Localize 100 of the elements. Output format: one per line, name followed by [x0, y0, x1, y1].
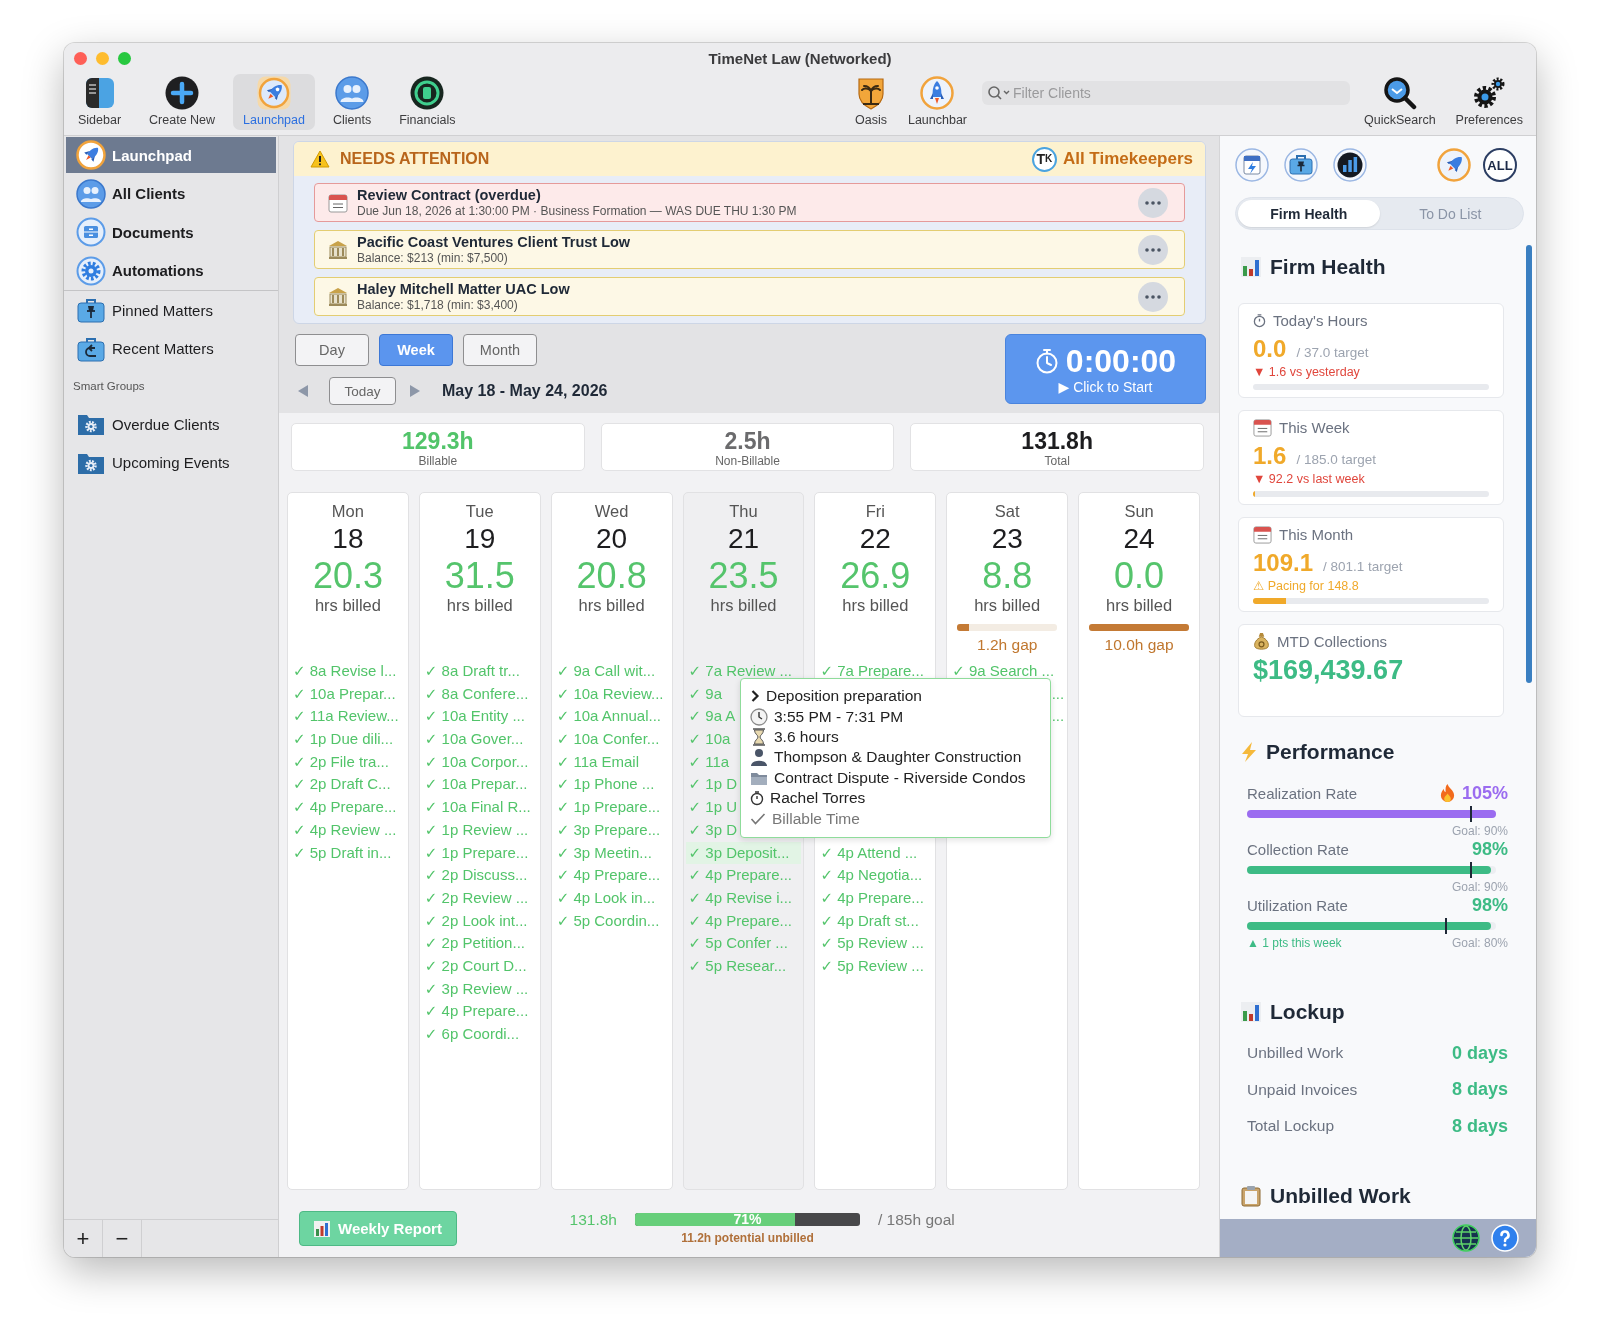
- time-entry[interactable]: ✓ 10a Review...: [551, 682, 667, 706]
- remove-button[interactable]: −: [103, 1220, 142, 1257]
- time-entry[interactable]: ✓ 4p Prepare...: [683, 909, 796, 933]
- time-entry[interactable]: ✓ 2p Discuss...: [419, 864, 531, 887]
- time-entry[interactable]: ✓ 4p Prepare...: [551, 864, 664, 887]
- time-entry[interactable]: ✓ 4p Draft st...: [815, 909, 922, 933]
- panel-tab[interactable]: Firm Health: [1238, 200, 1380, 227]
- time-entry[interactable]: ✓ 5p Review ...: [815, 954, 927, 978]
- day-column[interactable]: Mon 18 20.3 hrs billed ✓ 8a Revise l... ✓ 10a Prepar... ✓ 11a Review... ✓ 1p Due dili... ✓ 2p File tra... ✓ 2p Draft C... ✓ 4p Prepare... ✓ 4p Review ... ✓ 5p Draft in...: [287, 492, 409, 1190]
- toolbar-button[interactable]: Preferences: [1445, 74, 1533, 130]
- time-entry[interactable]: ✓ 3p D: [683, 818, 740, 842]
- weekly-report-button[interactable]: Weekly Report: [299, 1211, 457, 1246]
- time-entry[interactable]: ✓ 5p Review ...: [815, 932, 927, 955]
- view-mode-tab[interactable]: Week: [379, 334, 453, 366]
- time-entry[interactable]: ✓ 8a Confere...: [419, 682, 532, 706]
- time-entry[interactable]: ✓ 4p Review ...: [288, 818, 400, 842]
- time-entry[interactable]: ✓ 10a: [683, 728, 734, 751]
- sidebar-item[interactable]: Overdue Clients: [66, 406, 276, 442]
- time-entry[interactable]: ✓ 1p Due dili...: [288, 728, 397, 751]
- add-button[interactable]: +: [64, 1220, 103, 1257]
- time-entry[interactable]: ...: [1046, 682, 1068, 706]
- time-entry[interactable]: ✓ 3p Review ...: [419, 977, 532, 1001]
- time-entry[interactable]: ✓ 1p Review ...: [419, 818, 532, 842]
- time-entry[interactable]: ✓ 4p Attend ...: [815, 841, 921, 865]
- toolbar-button[interactable]: Clients: [322, 74, 382, 130]
- toolbar-button[interactable]: QuickSearch: [1354, 74, 1446, 130]
- scrollbar-thumb[interactable]: [1526, 245, 1532, 683]
- day-column[interactable]: [550, 492, 673, 1190]
- alert-row[interactable]: Pacific Coast Ventures Client Trust Low Balance: $213 (min: $7,500): [314, 230, 1185, 269]
- time-entry[interactable]: ✓ 9a: [683, 682, 725, 706]
- time-entry[interactable]: ✓ 5p Resear...: [683, 954, 790, 978]
- help-icon[interactable]: [1491, 1224, 1519, 1252]
- view-mode-tab[interactable]: Month: [463, 334, 537, 366]
- sidebar-item[interactable]: Automations: [66, 252, 276, 289]
- time-entry[interactable]: ✓ 4p Prepare...: [683, 864, 796, 887]
- time-entry[interactable]: ✓ 10a Gover...: [419, 728, 527, 751]
- toolbar-button[interactable]: Sidebar: [68, 74, 132, 130]
- bar-chart-icon[interactable]: [1333, 148, 1367, 182]
- time-entry[interactable]: ✓ 9a Call wit...: [551, 660, 659, 683]
- time-entry[interactable]: ✓ 3p Prepare...: [551, 818, 664, 842]
- day-column[interactable]: [418, 492, 541, 1190]
- close-button[interactable]: [74, 51, 87, 65]
- briefcase-pin-icon[interactable]: [1284, 148, 1318, 182]
- time-entry[interactable]: ✓ 2p Review ...: [419, 886, 532, 910]
- globe-icon[interactable]: [1452, 1224, 1480, 1252]
- sidebar-item[interactable]: Documents: [66, 214, 276, 250]
- time-entry[interactable]: ✓ 3p Deposit...: [685, 841, 802, 865]
- toolbar-button[interactable]: Launchpad: [233, 74, 315, 130]
- calendar-bolt-icon[interactable]: [1235, 148, 1269, 182]
- rocket-icon[interactable]: [1437, 148, 1471, 182]
- time-entry[interactable]: ✓ 8a Draft tr...: [419, 660, 523, 683]
- sidebar-item[interactable]: Recent Matters: [66, 330, 276, 367]
- time-entry[interactable]: ...: [1046, 705, 1068, 729]
- toolbar-button[interactable]: Launchbar: [897, 74, 978, 130]
- time-entry[interactable]: ✓ 2p File tra...: [288, 750, 392, 774]
- time-entry[interactable]: ✓ 1p D: [683, 773, 740, 797]
- time-entry[interactable]: ✓ 10a Annual...: [551, 705, 664, 729]
- toolbar-button[interactable]: Create New: [139, 74, 226, 130]
- time-entry[interactable]: ✓ 10a Entity ...: [419, 705, 528, 729]
- time-entry[interactable]: ✓ 4p Prepare...: [815, 886, 927, 910]
- toolbar-button[interactable]: Oasis: [843, 74, 898, 130]
- time-entry[interactable]: ✓ 5p Confer ...: [683, 932, 791, 955]
- time-entry[interactable]: ✓ 2p Court D...: [419, 954, 530, 978]
- time-entry[interactable]: ✓ 2p Draft C...: [288, 773, 394, 797]
- search-field[interactable]: Filter Clients: [982, 81, 1351, 105]
- time-entry[interactable]: ✓ 4p Revise i...: [683, 886, 795, 910]
- time-entry[interactable]: ✓ 1p Prepare...: [551, 796, 664, 819]
- timer-button[interactable]: 0:00:00 ▶ Click to Start: [1005, 334, 1206, 404]
- more-button[interactable]: [1138, 187, 1168, 218]
- panel-tab[interactable]: To Do List: [1379, 200, 1521, 227]
- time-entry[interactable]: ✓ 10a Prepar...: [288, 682, 399, 706]
- day-column[interactable]: Sun 24 0.0 hrs billed 10.0h gap: [1078, 492, 1200, 1190]
- time-entry[interactable]: ✓ 4p Prepare...: [419, 1000, 532, 1023]
- sidebar-item[interactable]: Launchpad: [66, 137, 276, 173]
- time-entry[interactable]: ✓ 4p Negotia...: [815, 864, 926, 887]
- time-entry[interactable]: ✓ 1p U: [683, 796, 740, 819]
- time-entry[interactable]: ✓ 4p Prepare...: [288, 796, 400, 819]
- more-button[interactable]: [1138, 234, 1168, 265]
- sidebar-item[interactable]: All Clients: [66, 175, 276, 212]
- time-entry[interactable]: ✓ 2p Petition...: [419, 932, 528, 955]
- time-entry[interactable]: ✓ 10a Confer...: [551, 728, 663, 751]
- time-entry[interactable]: ✓ 5p Coordin...: [551, 909, 663, 933]
- time-entry[interactable]: ✓ 1p Phone ...: [551, 773, 658, 797]
- time-entry[interactable]: ✓ 11a Review...: [288, 705, 402, 729]
- more-button[interactable]: [1138, 281, 1168, 312]
- previous-icon[interactable]: [297, 384, 309, 398]
- time-entry[interactable]: ✓ 6p Coordi...: [419, 1023, 523, 1046]
- time-entry[interactable]: ✓ 9a A: [683, 705, 739, 729]
- time-entry[interactable]: ✓ 11a Email: [551, 750, 643, 774]
- alert-row[interactable]: Haley Mitchell Matter UAC Low Balance: $1,718 (min: $3,400): [314, 277, 1185, 316]
- time-entry[interactable]: ✓ 2p Look int...: [419, 909, 531, 933]
- time-entry[interactable]: ✓ 3p Meetin...: [551, 841, 655, 865]
- time-entry[interactable]: ✓ 11a: [683, 750, 733, 774]
- time-entry[interactable]: ✓ 4p Look in...: [551, 886, 659, 910]
- time-entry[interactable]: ✓ 8a Revise l...: [288, 660, 400, 683]
- today-button[interactable]: Today: [329, 377, 396, 405]
- time-entry[interactable]: ✓ 1p Prepare...: [419, 841, 532, 865]
- next-icon[interactable]: [409, 384, 421, 398]
- sidebar-item[interactable]: Pinned Matters: [66, 292, 276, 328]
- time-entry[interactable]: ✓ 10a Final R...: [419, 796, 534, 819]
